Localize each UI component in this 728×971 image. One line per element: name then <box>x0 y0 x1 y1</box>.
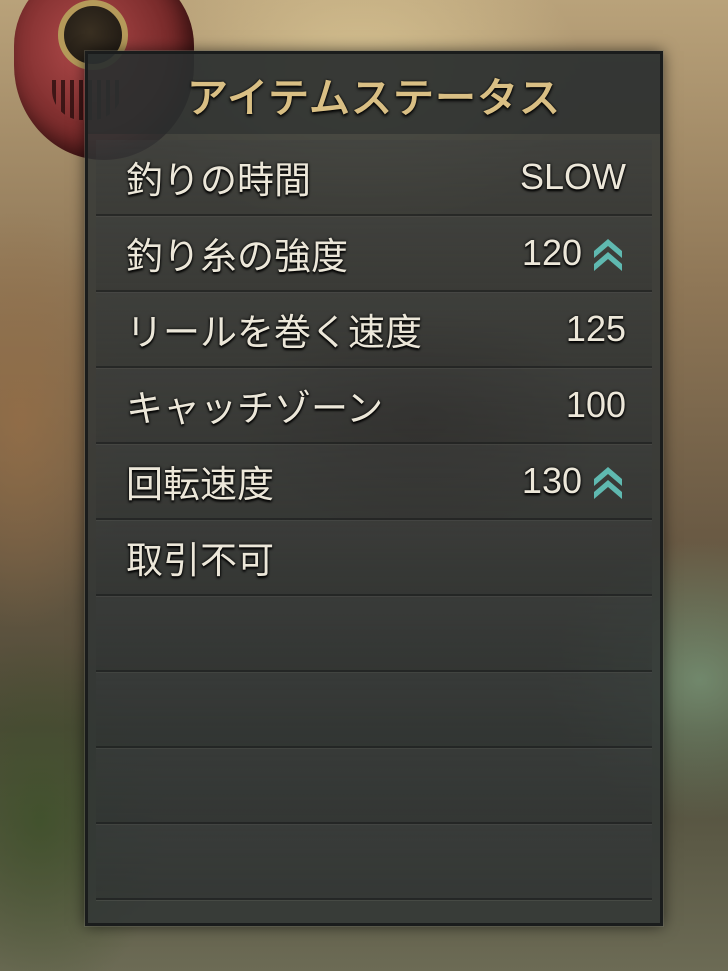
stat-value-group: 120 <box>522 232 626 274</box>
stat-value: SLOW <box>519 156 626 197</box>
empty-row <box>96 672 652 748</box>
panel-title: アイテムステータス <box>88 54 660 134</box>
empty-row <box>96 824 652 900</box>
stat-row-rotation-speed: 回転速度 130 <box>96 444 652 520</box>
stat-row-line-strength: 釣り糸の強度 120 <box>96 216 652 292</box>
stat-label: リールを巻く速度 <box>126 311 422 354</box>
empty-row <box>96 748 652 824</box>
stat-row-catch-zone: キャッチゾーン 100 <box>96 368 652 444</box>
stat-value-group: 125 <box>566 308 626 350</box>
double-chevron-up-icon <box>590 233 626 273</box>
stat-value: 130 <box>521 460 582 501</box>
stat-value: 125 <box>565 308 626 349</box>
stat-list: 釣りの時間 SLOW 釣り糸の強度 120 リールを巻く速度 125 キャッチゾ… <box>88 140 660 900</box>
stat-label: 取引不可 <box>126 539 274 582</box>
stat-value-group: 130 <box>522 460 626 502</box>
stat-row-reel-speed: リールを巻く速度 125 <box>96 292 652 368</box>
stat-value: 120 <box>521 232 582 273</box>
stat-value: 100 <box>565 384 626 425</box>
stat-label: 釣り糸の強度 <box>126 235 348 278</box>
double-chevron-up-icon <box>590 461 626 501</box>
stat-row-untradable: 取引不可 <box>96 520 652 596</box>
stat-label: 回転速度 <box>126 463 274 506</box>
item-status-panel: アイテムステータス 釣りの時間 SLOW 釣り糸の強度 120 リールを巻く速度 <box>85 51 663 926</box>
stat-value-group: SLOW <box>520 156 626 198</box>
stat-label: キャッチゾーン <box>126 387 384 430</box>
stat-label: 釣りの時間 <box>126 159 311 202</box>
stat-value-group: 100 <box>566 384 626 426</box>
empty-row <box>96 596 652 672</box>
stat-row-fishing-time: 釣りの時間 SLOW <box>96 140 652 216</box>
